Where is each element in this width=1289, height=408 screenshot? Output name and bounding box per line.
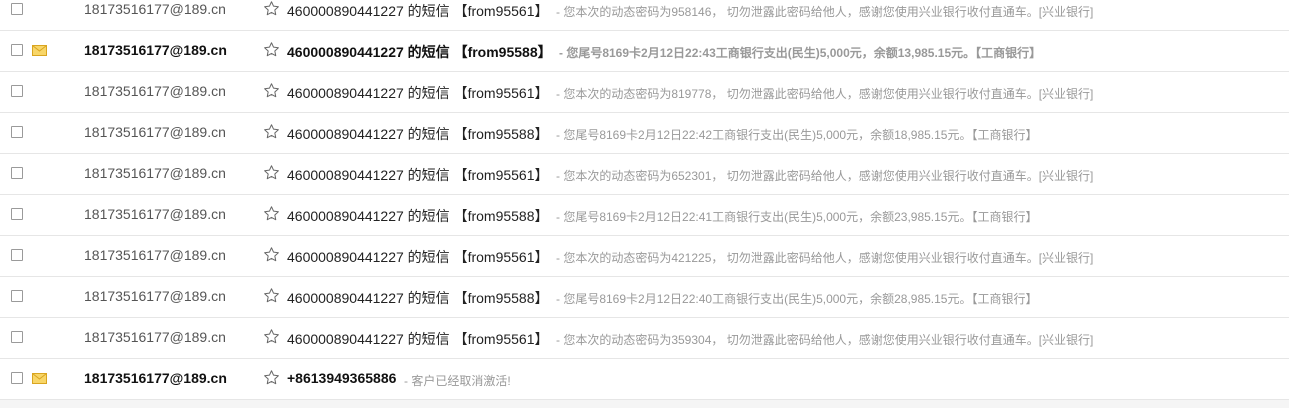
subject: 460000890441227 的短信 【from95588】 <box>287 290 549 306</box>
preview: - 您本次的动态密码为958146， 切勿泄露此密码给他人，感谢您使用兴业银行收… <box>556 5 1094 19</box>
subject: 460000890441227 的短信 【from95561】 <box>287 85 549 101</box>
subject: 460000890441227 的短信 【from95561】 <box>287 167 549 183</box>
message-row[interactable]: 18173516177@189.cn 460000890441227 的短信 【… <box>0 31 1289 72</box>
star-icon[interactable] <box>263 164 280 181</box>
star-icon[interactable] <box>263 82 280 99</box>
select-checkbox[interactable] <box>11 44 23 56</box>
star-icon[interactable] <box>263 0 280 17</box>
envelope-icon <box>32 373 47 384</box>
subject: 460000890441227 的短信 【from95561】 <box>287 249 549 265</box>
star-icon[interactable] <box>263 287 280 304</box>
mail-list: 18173516177@189.cn 460000890441227 的短信 【… <box>0 0 1289 408</box>
sender: 18173516177@189.cn <box>84 83 226 99</box>
sender: 18173516177@189.cn <box>84 1 226 17</box>
message-row[interactable]: 18173516177@189.cn 460000890441227 的短信 【… <box>0 72 1289 113</box>
star-icon[interactable] <box>263 328 280 345</box>
message-row-partial <box>0 400 1289 408</box>
select-checkbox[interactable] <box>11 331 23 343</box>
preview: - 您尾号8169卡2月12日22:42工商银行支出(民生)5,000元，余额1… <box>556 128 1038 142</box>
message-row[interactable]: 18173516177@189.cn +8613949365886 - 客户已经… <box>0 359 1289 400</box>
message-row[interactable]: 18173516177@189.cn 460000890441227 的短信 【… <box>0 277 1289 318</box>
star-icon[interactable] <box>263 41 280 58</box>
message-row[interactable]: 18173516177@189.cn 460000890441227 的短信 【… <box>0 195 1289 236</box>
subject: 460000890441227 的短信 【from95588】 <box>287 208 549 224</box>
preview: - 您本次的动态密码为421225， 切勿泄露此密码给他人，感谢您使用兴业银行收… <box>556 251 1094 265</box>
select-checkbox[interactable] <box>11 290 23 302</box>
subject: 460000890441227 的短信 【from95561】 <box>287 331 549 347</box>
select-checkbox[interactable] <box>11 3 23 15</box>
sender: 18173516177@189.cn <box>84 370 227 386</box>
star-icon[interactable] <box>263 369 280 386</box>
message-row[interactable]: 18173516177@189.cn 460000890441227 的短信 【… <box>0 154 1289 195</box>
subject: 460000890441227 的短信 【from95588】 <box>287 44 552 60</box>
select-checkbox[interactable] <box>11 85 23 97</box>
star-icon[interactable] <box>263 246 280 263</box>
preview: - 您本次的动态密码为359304， 切勿泄露此密码给他人，感谢您使用兴业银行收… <box>556 333 1094 347</box>
select-checkbox[interactable] <box>11 208 23 220</box>
sender: 18173516177@189.cn <box>84 206 226 222</box>
select-checkbox[interactable] <box>11 126 23 138</box>
message-row[interactable]: 18173516177@189.cn 460000890441227 的短信 【… <box>0 236 1289 277</box>
preview: - 您尾号8169卡2月12日22:43工商银行支出(民生)5,000元，余额1… <box>559 46 1042 60</box>
message-row[interactable]: 18173516177@189.cn 460000890441227 的短信 【… <box>0 113 1289 154</box>
preview: - 您本次的动态密码为819778， 切勿泄露此密码给他人，感谢您使用兴业银行收… <box>556 87 1094 101</box>
sender: 18173516177@189.cn <box>84 42 227 58</box>
select-checkbox[interactable] <box>11 249 23 261</box>
sender: 18173516177@189.cn <box>84 165 226 181</box>
star-icon[interactable] <box>263 123 280 140</box>
subject: 460000890441227 的短信 【from95588】 <box>287 126 549 142</box>
sender: 18173516177@189.cn <box>84 329 226 345</box>
sender: 18173516177@189.cn <box>84 247 226 263</box>
sender: 18173516177@189.cn <box>84 288 226 304</box>
message-row[interactable]: 18173516177@189.cn 460000890441227 的短信 【… <box>0 318 1289 359</box>
star-icon[interactable] <box>263 205 280 222</box>
envelope-icon <box>32 45 47 56</box>
subject: +8613949365886 <box>287 370 397 386</box>
select-checkbox[interactable] <box>11 372 23 384</box>
preview: - 您尾号8169卡2月12日22:40工商银行支出(民生)5,000元，余额2… <box>556 292 1038 306</box>
preview: - 您尾号8169卡2月12日22:41工商银行支出(民生)5,000元，余额2… <box>556 210 1038 224</box>
sender: 18173516177@189.cn <box>84 124 226 140</box>
subject: 460000890441227 的短信 【from95561】 <box>287 3 549 19</box>
preview: - 您本次的动态密码为652301， 切勿泄露此密码给他人，感谢您使用兴业银行收… <box>556 169 1094 183</box>
message-row[interactable]: 18173516177@189.cn 460000890441227 的短信 【… <box>0 0 1289 31</box>
preview: - 客户已经取消激活! <box>404 374 511 388</box>
select-checkbox[interactable] <box>11 167 23 179</box>
